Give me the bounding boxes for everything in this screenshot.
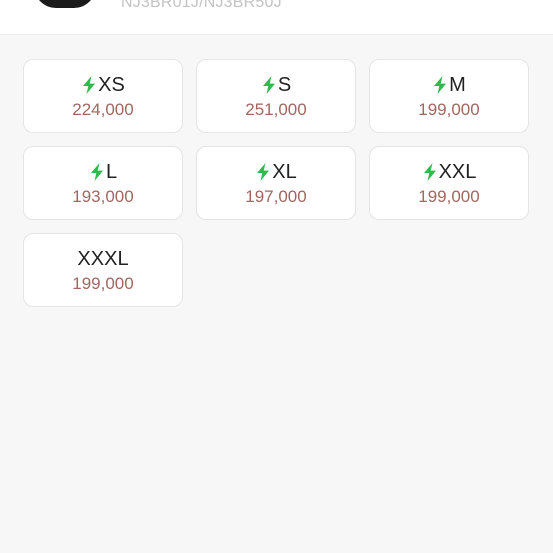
- size-label: S: [277, 73, 292, 96]
- size-label: L: [105, 160, 118, 183]
- size-row: L: [89, 160, 117, 184]
- size-label: XXL: [438, 160, 477, 183]
- size-row: XL: [255, 160, 297, 184]
- lightning-icon: [434, 75, 447, 94]
- lightning-icon: [83, 75, 96, 94]
- size-price: 197,000: [245, 186, 307, 206]
- size-option-s[interactable]: S 251,000: [196, 59, 356, 133]
- size-option-xxxl[interactable]: XXXL 199,000: [23, 233, 183, 307]
- lightning-icon: [262, 75, 275, 94]
- size-label: XL: [272, 160, 297, 183]
- size-price: 193,000: [72, 186, 134, 206]
- size-price: 199,000: [72, 273, 134, 293]
- product-header: NJ3BR01J/NJ3BR50J: [0, 0, 553, 35]
- lightning-icon: [90, 162, 103, 181]
- size-option-xxl[interactable]: XXL 199,000: [369, 146, 529, 220]
- size-price: 224,000: [72, 99, 134, 119]
- size-row: XS: [81, 73, 125, 97]
- size-selection-page: NJ3BR01J/NJ3BR50J XS 224,000 S 251,000 M…: [0, 0, 553, 553]
- size-label: XXXL: [77, 247, 129, 270]
- lightning-icon: [423, 162, 436, 181]
- size-label: XS: [98, 73, 125, 96]
- size-row: XXL: [422, 160, 477, 184]
- size-price: 199,000: [418, 99, 480, 119]
- lightning-icon: [257, 162, 270, 181]
- product-thumbnail: [34, 0, 96, 8]
- size-price: 251,000: [245, 99, 307, 119]
- size-row: XXXL: [77, 247, 128, 271]
- size-option-m[interactable]: M 199,000: [369, 59, 529, 133]
- size-option-xs[interactable]: XS 224,000: [23, 59, 183, 133]
- size-row: M: [432, 73, 466, 97]
- size-label: M: [449, 73, 466, 96]
- size-row: S: [261, 73, 291, 97]
- size-option-l[interactable]: L 193,000: [23, 146, 183, 220]
- size-option-xl[interactable]: XL 197,000: [196, 146, 356, 220]
- size-price: 199,000: [418, 186, 480, 206]
- product-code: NJ3BR01J/NJ3BR50J: [121, 0, 282, 11]
- size-grid: XS 224,000 S 251,000 M 199,000 L 193,000…: [23, 59, 530, 307]
